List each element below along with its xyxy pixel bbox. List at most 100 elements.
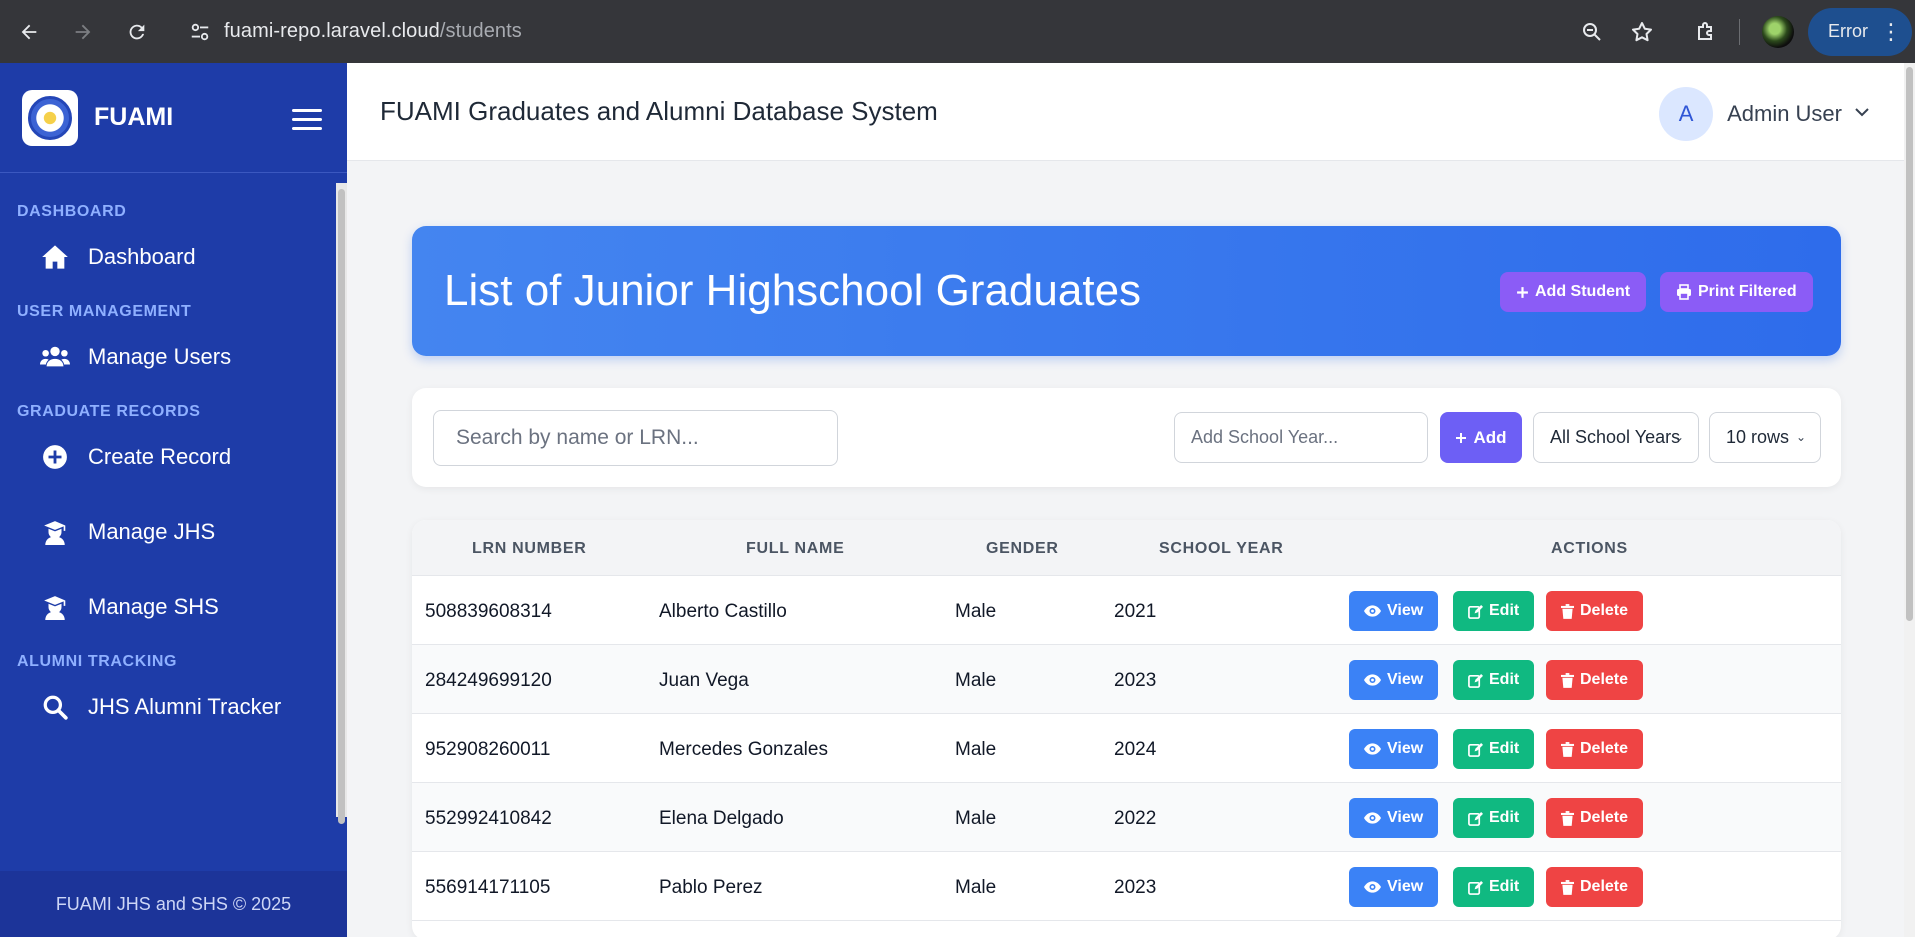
section-alumni-tracking: ALUMNI TRACKING [17, 653, 178, 670]
delete-button[interactable]: Delete [1546, 729, 1644, 769]
sidebar-item-dashboard[interactable]: Dashboard [0, 227, 347, 287]
delete-button[interactable]: Delete [1546, 798, 1644, 838]
search-icon [40, 694, 70, 720]
school-year-select[interactable]: All School Years ⌄ [1533, 412, 1699, 463]
school-year-input[interactable]: Add School Year... [1174, 412, 1428, 463]
plus-circle-icon [40, 444, 70, 470]
edit-label: Edit [1489, 740, 1520, 757]
cell-school-year: 2023 [1114, 877, 1157, 898]
plus-icon [1516, 286, 1529, 299]
avatar: A [1659, 87, 1714, 141]
edit-button[interactable]: Edit [1453, 798, 1535, 838]
page-title: List of Junior Highschool Graduates [444, 266, 1142, 315]
cell-school-year: 2024 [1114, 739, 1157, 760]
reload-icon [129, 24, 145, 39]
trash-icon [1561, 672, 1574, 688]
cell-lrn: 508839608314 [425, 601, 552, 622]
print-filtered-button[interactable]: Print Filtered [1660, 272, 1813, 312]
search-input[interactable]: Search by name or LRN... [433, 410, 838, 466]
edit-icon [1468, 673, 1483, 688]
view-label: View [1387, 671, 1424, 688]
view-button[interactable]: View [1349, 729, 1439, 769]
view-button[interactable]: View [1349, 591, 1439, 631]
view-button[interactable]: View [1349, 660, 1439, 700]
reload-button[interactable] [110, 5, 164, 59]
delete-label: Delete [1580, 602, 1629, 619]
sidebar-item-manage-users[interactable]: Manage Users [0, 327, 347, 387]
delete-button[interactable]: Delete [1546, 591, 1644, 631]
edit-label: Edit [1489, 878, 1520, 895]
puzzle-icon [1698, 21, 1712, 40]
profile-avatar[interactable] [1762, 15, 1794, 48]
edit-button[interactable]: Edit [1453, 729, 1535, 769]
delete-button[interactable]: Delete [1546, 867, 1644, 907]
sidebar-scrollbar[interactable] [336, 183, 347, 824]
column-header-lrn: LRN NUMBER [472, 540, 587, 557]
view-button[interactable]: View [1349, 798, 1439, 838]
address-bar[interactable]: fuami-repo.laravel.cloud/students [176, 8, 1546, 55]
delete-button[interactable]: Delete [1546, 660, 1644, 700]
arrow-right-icon [75, 24, 91, 39]
view-button[interactable]: View [1349, 867, 1439, 907]
menu-toggle-icon[interactable] [292, 103, 322, 136]
cell-school-year: 2021 [1114, 601, 1157, 622]
zoom-icon [1583, 22, 1601, 41]
add-student-button[interactable]: Add Student [1500, 272, 1647, 312]
sidebar-item-label: JHS Alumni Tracker [88, 694, 282, 719]
cell-full-name: Mercedes Gonzales [659, 739, 828, 760]
chevron-down-icon [1854, 104, 1870, 125]
sidebar-brand: FUAMI [94, 103, 174, 131]
forward-button[interactable] [56, 5, 110, 59]
back-button[interactable] [2, 5, 56, 59]
eye-icon [1364, 881, 1381, 893]
sidebar-item-label: Manage Users [88, 344, 232, 369]
page-scroll-thumb[interactable] [1906, 67, 1913, 621]
edit-button[interactable]: Edit [1453, 660, 1535, 700]
cell-gender: Male [955, 601, 997, 622]
delete-label: Delete [1580, 878, 1629, 895]
sidebar-item-jhs-alumni-tracker[interactable]: JHS Alumni Tracker [0, 677, 347, 737]
edit-label: Edit [1489, 671, 1520, 688]
cell-lrn: 284249699120 [425, 670, 552, 691]
profile-error-button[interactable]: Error ⋮ [1808, 7, 1912, 56]
eye-icon [1364, 605, 1381, 617]
sidebar-item-create-record[interactable]: Create Record [0, 427, 347, 487]
sidebar-item-manage-jhs[interactable]: Manage JHS [0, 502, 347, 562]
add-school-year-button[interactable]: Add [1440, 412, 1522, 463]
app-title: FUAMI Graduates and Alumni Database Syst… [380, 96, 938, 126]
top-bar: FUAMI Graduates and Alumni Database Syst… [347, 63, 1904, 161]
site-settings-icon[interactable] [176, 21, 224, 43]
trash-icon [1561, 810, 1574, 826]
rows-per-page-select[interactable]: 10 rows ⌄ [1709, 412, 1821, 463]
eye-icon [1364, 743, 1381, 755]
section-user-management: USER MANAGEMENT [17, 303, 192, 320]
cell-school-year: 2023 [1114, 670, 1157, 691]
edit-label: Edit [1489, 602, 1520, 619]
more-menu-icon[interactable]: ⋮ [1880, 20, 1902, 43]
sidebar-item-label: Create Record [88, 444, 232, 469]
trash-icon [1561, 603, 1574, 619]
profile-status-label: Error [1828, 21, 1868, 41]
delete-label: Delete [1580, 740, 1629, 757]
home-icon [40, 244, 70, 270]
edit-button[interactable]: Edit [1453, 867, 1535, 907]
zoom-button[interactable] [1567, 7, 1617, 57]
edit-button[interactable]: Edit [1453, 591, 1535, 631]
extensions-button[interactable] [1681, 7, 1731, 57]
chevron-down-icon: ⌄ [1795, 430, 1806, 444]
cell-gender: Male [955, 670, 997, 691]
column-header-full-name: FULL NAME [746, 540, 845, 557]
arrow-left-icon [21, 24, 37, 39]
chevron-down-icon: ⌄ [1673, 430, 1684, 444]
table-body: 508839608314 Alberto Castillo Male 2021 … [412, 576, 1841, 921]
user-menu[interactable]: A Admin User [1659, 87, 1870, 141]
url-host: fuami-repo.laravel.cloud [224, 20, 440, 42]
table-row: 952908260011 Mercedes Gonzales Male 2024… [412, 714, 1841, 783]
url-path: /students [439, 20, 522, 42]
table-row: 508839608314 Alberto Castillo Male 2021 … [412, 576, 1841, 645]
page-scrollbar[interactable] [1904, 63, 1915, 937]
sidebar-scroll-thumb[interactable] [338, 189, 345, 824]
bookmark-button[interactable] [1617, 7, 1667, 57]
sidebar-item-label: Manage JHS [88, 519, 216, 544]
sidebar-item-manage-shs[interactable]: Manage SHS [0, 577, 347, 637]
